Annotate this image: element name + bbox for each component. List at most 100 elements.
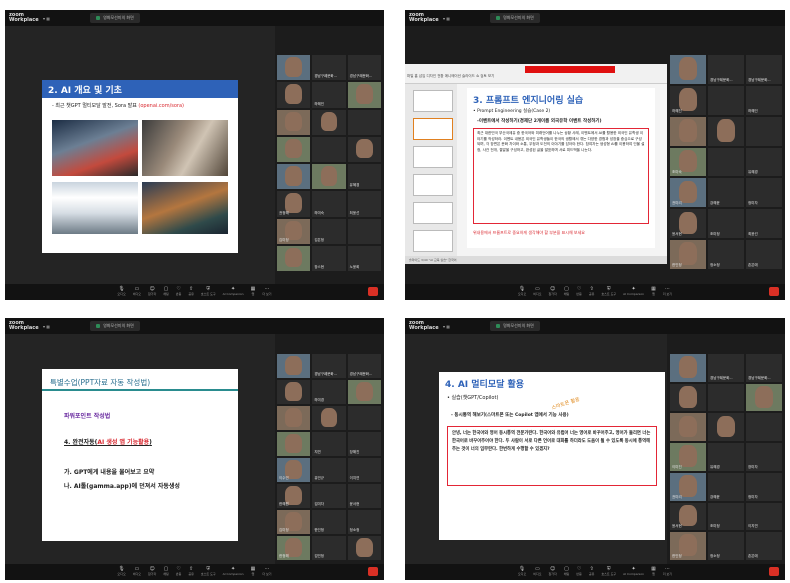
participant-tile[interactable] <box>746 383 782 412</box>
participant-tile[interactable]: 최윤선 <box>746 209 782 239</box>
participant-tile[interactable]: 정미자 <box>746 178 782 208</box>
participant-tile[interactable] <box>277 109 311 135</box>
slide-thumbnail[interactable] <box>413 174 453 196</box>
end-meeting-button[interactable] <box>769 567 779 576</box>
chat-button[interactable]: ▢ 채팅 <box>163 567 169 577</box>
participant-tile[interactable] <box>277 432 311 456</box>
participant-tile[interactable] <box>708 85 744 115</box>
participant-tile[interactable] <box>708 413 744 442</box>
participants-button[interactable]: ☺ 참가자 <box>148 287 156 297</box>
view-menu[interactable]: ▾ ▦ <box>443 16 450 21</box>
slide-thumbnail[interactable] <box>413 146 453 168</box>
react-button[interactable]: ♡ 반응 <box>576 287 582 297</box>
participant-tile[interactable]: 권미리 <box>670 472 706 501</box>
sora-link[interactable]: (openai.com/sora) <box>138 103 184 109</box>
participant-tile[interactable]: 권미리 <box>670 178 706 208</box>
end-meeting-button[interactable] <box>368 287 378 296</box>
share-tab[interactable]: 명화모선미의 화면 <box>490 13 540 23</box>
slide-thumbnail-selected[interactable] <box>413 118 453 140</box>
participant-tile[interactable]: 한정해 <box>277 536 311 560</box>
host-button[interactable]: ⛨ 호스트 도구 <box>201 287 216 297</box>
participant-tile[interactable]: 경남구례문화... <box>347 55 381 81</box>
participant-tile[interactable]: 한인정 <box>670 240 706 269</box>
participant-tile[interactable] <box>670 354 706 382</box>
participant-tile[interactable] <box>708 383 744 412</box>
participant-tile[interactable]: 존은애 <box>746 532 782 560</box>
participant-tile[interactable] <box>277 406 311 430</box>
participant-tile[interactable] <box>347 82 381 108</box>
share-button[interactable]: ⇧ 공유 <box>589 567 595 577</box>
ppt-menu[interactable]: 파일 홈 삽입 디자인 전환 애니메이션 슬라이드 쇼 검토 보기 <box>407 74 494 79</box>
participant-tile[interactable]: 한혜원 <box>277 484 311 508</box>
participant-tile[interactable]: 경남구례문화... <box>708 354 744 382</box>
view-menu[interactable]: ▾ ▦ <box>443 324 450 329</box>
more-button[interactable]: ⋯ 더 보기 <box>663 287 672 297</box>
participant-tile[interactable]: 강혜윤 <box>708 472 744 501</box>
participant-tile[interactable]: 김미정 <box>277 510 311 534</box>
more-button[interactable]: ⋯ 더 보기 <box>262 287 271 297</box>
participant-tile[interactable]: 최윤선 <box>347 191 381 217</box>
slide-thumbnail[interactable] <box>413 202 453 224</box>
participant-tile[interactable]: 조미숙 <box>670 147 706 177</box>
apps-button[interactable]: ▦ 앱 <box>651 567 656 577</box>
react-button[interactable]: ♡ 반응 <box>176 567 182 577</box>
participant-tile[interactable] <box>277 354 311 378</box>
ai-companion-button[interactable]: ✦ AI Companion <box>623 287 644 297</box>
participant-tile[interactable]: 경남구례문화... <box>708 55 744 84</box>
share-tab[interactable]: 영화모선미의 화면 <box>90 13 140 23</box>
participant-tile[interactable]: 정소정 <box>708 240 744 269</box>
participants-button[interactable]: ☺ 참가자 <box>548 567 556 577</box>
participant-tile[interactable] <box>277 136 311 162</box>
mic-button[interactable]: 🎙 오디오 <box>117 287 125 297</box>
apps-button[interactable]: ▦ 앱 <box>251 567 256 577</box>
participant-tile[interactable]: 장미자 <box>746 443 782 471</box>
view-menu[interactable]: ▾ ▦ <box>43 324 50 329</box>
participant-tile[interactable]: 하혜진 <box>670 85 706 115</box>
participant-tile[interactable] <box>347 380 381 404</box>
participant-tile[interactable]: 조미정 <box>708 209 744 239</box>
host-button[interactable]: ⛨ 호스트 도구 <box>601 287 616 297</box>
participant-tile[interactable]: 장해진 <box>347 432 381 456</box>
participant-tile[interactable]: 경남구례문화... <box>312 354 346 378</box>
mic-button[interactable]: 🎙 오디오 <box>518 567 526 577</box>
participant-tile[interactable]: 김미자 <box>312 484 346 508</box>
slide-thumbnail[interactable] <box>413 230 453 252</box>
participant-tile[interactable] <box>670 116 706 146</box>
participant-tile[interactable] <box>347 218 381 244</box>
participant-tile[interactable] <box>347 536 381 560</box>
camera-button[interactable]: ▭ 비디오 <box>133 287 141 297</box>
participant-tile[interactable] <box>277 380 311 404</box>
share-tab[interactable]: 영화모선미의 화면 <box>90 321 140 331</box>
participant-tile[interactable]: 이미진 <box>670 443 706 471</box>
participant-tile[interactable] <box>746 116 782 146</box>
slide-thumbnail[interactable] <box>413 90 453 112</box>
participant-tile[interactable] <box>746 413 782 442</box>
participant-tile[interactable] <box>277 82 311 108</box>
participant-tile[interactable]: 하혜인 <box>746 85 782 115</box>
mic-button[interactable]: 🎙 오디오 <box>117 567 125 577</box>
participant-tile[interactable]: 유혜경 <box>746 147 782 177</box>
participant-tile[interactable]: 한인정 <box>312 510 346 534</box>
participant-tile[interactable] <box>277 245 311 271</box>
participant-tile[interactable]: 하미경 <box>312 380 346 404</box>
participants-button[interactable]: ☺ 참가자 <box>148 567 156 577</box>
participant-tile[interactable]: 윤서현 <box>347 484 381 508</box>
participant-tile[interactable] <box>347 406 381 430</box>
participant-tile[interactable] <box>670 55 706 84</box>
participant-tile[interactable]: 하미숙 <box>312 191 346 217</box>
participant-tile[interactable]: 경남구례문화... <box>312 55 346 81</box>
participant-tile[interactable]: 김은정 <box>312 218 346 244</box>
react-button[interactable]: ♡ 반응 <box>176 287 182 297</box>
participant-tile[interactable]: 하혜인 <box>312 82 346 108</box>
share-button[interactable]: ⇧ 공유 <box>188 567 194 577</box>
participant-tile[interactable]: 이수연 <box>277 458 311 482</box>
participant-tile[interactable]: 지연 <box>312 432 346 456</box>
participant-tile[interactable]: 유민규 <box>312 458 346 482</box>
participant-tile[interactable] <box>312 136 346 162</box>
ai-companion-button[interactable]: ✦ AI Companion <box>623 567 644 577</box>
participant-tile[interactable]: 김민정 <box>312 536 346 560</box>
apps-button[interactable]: ▦ 앱 <box>651 287 656 297</box>
participant-tile[interactable]: 이지연 <box>746 502 782 531</box>
participant-tile[interactable]: 노윤희 <box>347 245 381 271</box>
chat-button[interactable]: ▢ 채팅 <box>564 567 570 577</box>
